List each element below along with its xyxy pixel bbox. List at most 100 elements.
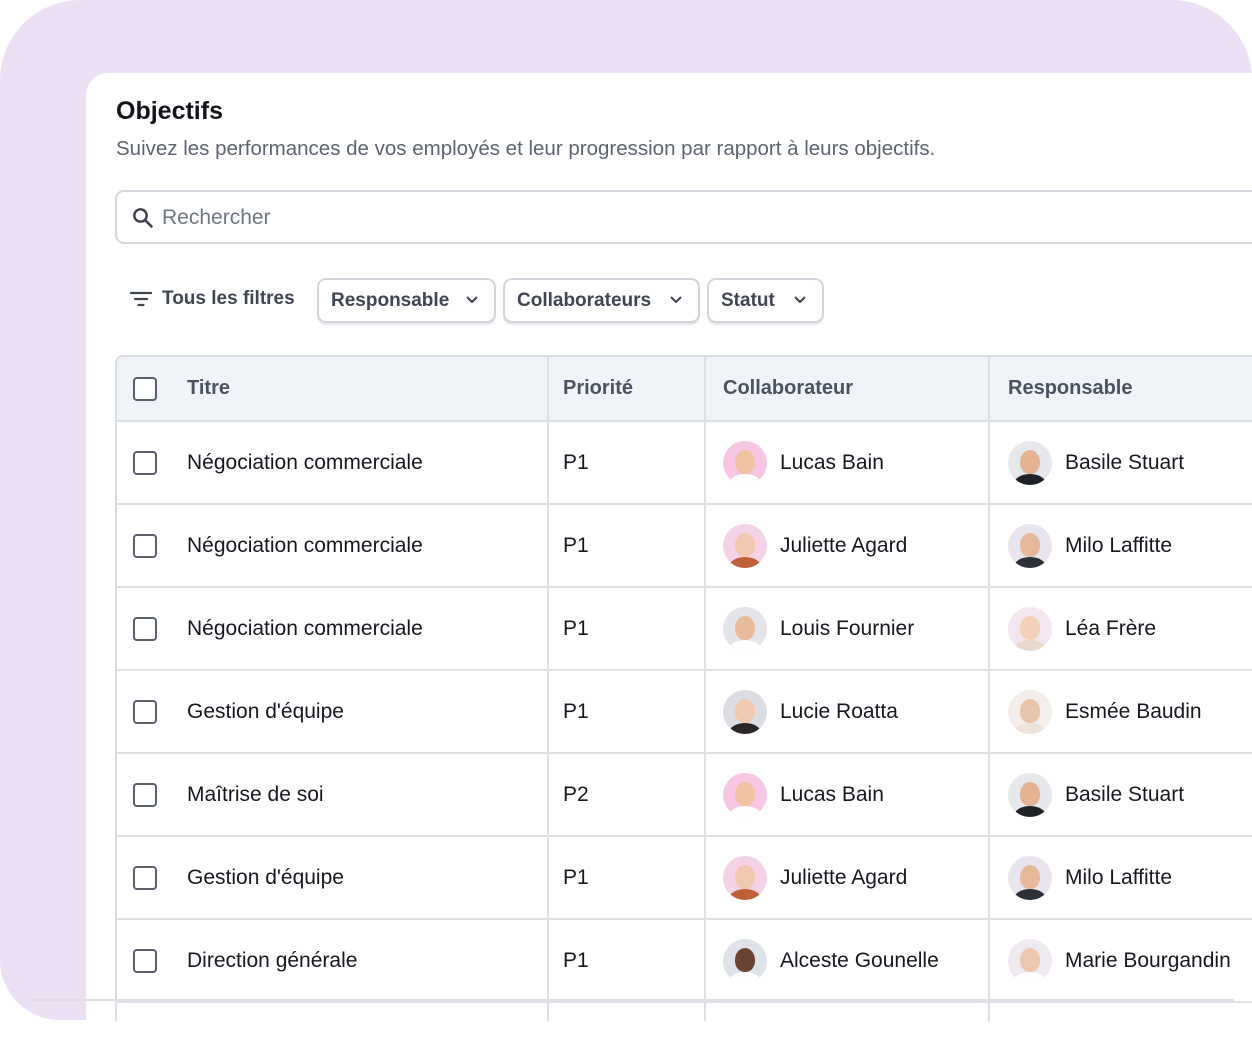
priority-value: P1: [563, 616, 589, 640]
collaborator-name: Lucas Bain: [780, 450, 884, 474]
table-row[interactable]: Direction générale P1 Alceste Gounelle Mari…: [117, 920, 1252, 1003]
chevron-down-icon: [670, 296, 682, 303]
objective-title: Négociation commerciale: [187, 450, 423, 474]
row-checkbox[interactable]: [133, 782, 157, 807]
collaborator-name: Lucas Bain: [780, 782, 884, 806]
avatar: [1008, 523, 1052, 568]
cell-collaborator: Juliette Agard: [704, 837, 988, 918]
cell-title: Gestion d'équipe: [117, 837, 547, 918]
page-title: Objectifs: [116, 97, 223, 125]
cell-collaborator: Lucas Bain: [704, 754, 988, 835]
filter-icon: [130, 291, 152, 307]
search-placeholder: Rechercher: [162, 206, 271, 229]
manager-name: Milo Laffitte: [1065, 533, 1172, 557]
column-divider: [988, 1001, 990, 1021]
collaborator-name: Louis Fournier: [780, 616, 915, 640]
cell-priority: P1: [547, 920, 704, 1001]
all-filters-button[interactable]: Tous les filtres: [130, 288, 295, 310]
chip-label: Responsable: [331, 289, 450, 311]
priority-value: P1: [563, 699, 589, 723]
collaborator-name: Juliette Agard: [780, 533, 908, 557]
column-divider: [115, 1001, 117, 1021]
cell-title: Direction générale: [117, 920, 547, 1001]
avatar: [723, 689, 767, 734]
table-row[interactable]: Négociation commerciale P1 Lucas Bain Basil…: [117, 422, 1252, 505]
manager-name: Basile Stuart: [1065, 450, 1185, 474]
chevron-down-icon: [466, 296, 478, 303]
table-row[interactable]: Négociation commerciale P1 Juliette Agard M…: [117, 505, 1252, 588]
column-header-label: Collaborateur: [723, 377, 854, 399]
search-icon: [133, 208, 153, 228]
manager-name: Marie Bourgandin: [1065, 948, 1231, 972]
cell-title: Maîtrise de soi: [117, 754, 547, 835]
objectives-table: Titre Priorité Collaborateur Responsable…: [115, 355, 1252, 1003]
cell-manager: Milo Laffitte: [988, 837, 1252, 918]
chip-label: Statut: [721, 289, 775, 311]
row-checkbox[interactable]: [133, 450, 157, 475]
priority-value: P2: [563, 782, 589, 806]
avatar: [1008, 606, 1052, 651]
avatar: [723, 523, 767, 568]
row-checkbox[interactable]: [133, 948, 157, 973]
header-cell-priority[interactable]: Priorité: [547, 357, 704, 420]
cell-collaborator: Lucas Bain: [704, 422, 988, 503]
avatar: [1008, 938, 1052, 983]
cell-title: Négociation commerciale: [117, 422, 547, 503]
cell-manager: Marie Bourgandin: [988, 920, 1252, 1001]
cell-collaborator: Juliette Agard: [704, 505, 988, 586]
chevron-down-icon: [794, 296, 806, 303]
cell-manager: Basile Stuart: [988, 422, 1252, 503]
priority-value: P1: [563, 948, 589, 972]
table-body: Négociation commerciale P1 Lucas Bain Basil…: [117, 422, 1252, 1003]
table-row[interactable]: Maîtrise de soi P2 Lucas Bain Basile Stuart: [117, 754, 1252, 837]
header-cell-title: Titre: [117, 357, 547, 420]
cell-manager: Milo Laffitte: [988, 505, 1252, 586]
chip-label: Collaborateurs: [517, 289, 652, 311]
collaborator-name: Juliette Agard: [780, 865, 908, 889]
select-all-checkbox[interactable]: [133, 376, 157, 401]
row-checkbox[interactable]: [133, 865, 157, 890]
manager-name: Esmée Baudin: [1065, 699, 1202, 723]
avatar: [723, 938, 767, 983]
filter-chip-collaborateurs[interactable]: Collaborateurs: [503, 278, 700, 323]
cell-title: Gestion d'équipe: [117, 671, 547, 752]
cell-priority: P1: [547, 837, 704, 918]
priority-value: P1: [563, 450, 589, 474]
page-subtitle: Suivez les performances de vos employés …: [116, 137, 936, 160]
all-filters-label: Tous les filtres: [162, 288, 295, 309]
table-row[interactable]: Gestion d'équipe P1 Juliette Agard Milo Laf…: [117, 837, 1252, 920]
cell-manager: Basile Stuart: [988, 754, 1252, 835]
cell-collaborator: Alceste Gounelle: [704, 920, 988, 1001]
cell-priority: P1: [547, 671, 704, 752]
avatar: [1008, 689, 1052, 734]
cell-collaborator: Lucie Roatta: [704, 671, 988, 752]
header-cell-manager[interactable]: Responsable: [988, 357, 1252, 420]
cell-priority: P2: [547, 754, 704, 835]
header-cell-collaborator[interactable]: Collaborateur: [704, 357, 988, 420]
search-input[interactable]: Rechercher: [115, 190, 1252, 244]
avatar: [1008, 772, 1052, 817]
cell-priority: P1: [547, 588, 704, 669]
collaborator-name: Lucie Roatta: [780, 699, 898, 723]
objective-title: Direction générale: [187, 948, 358, 972]
cell-title: Négociation commerciale: [117, 505, 547, 586]
row-checkbox[interactable]: [133, 616, 157, 641]
cell-priority: P1: [547, 505, 704, 586]
column-divider: [704, 1001, 706, 1021]
objective-title: Négociation commerciale: [187, 533, 423, 557]
column-header-label: Titre: [187, 377, 230, 399]
collaborator-name: Alceste Gounelle: [780, 948, 939, 972]
filter-chip-responsable[interactable]: Responsable: [317, 278, 496, 323]
manager-name: Léa Frère: [1065, 616, 1157, 640]
avatar: [723, 440, 767, 485]
manager-name: Milo Laffitte: [1065, 865, 1172, 889]
table-row[interactable]: Gestion d'équipe P1 Lucie Roatta Esmée Baud…: [117, 671, 1252, 754]
objective-title: Gestion d'équipe: [187, 865, 344, 889]
table-row[interactable]: Négociation commerciale P1 Louis Fournier L…: [117, 588, 1252, 671]
row-checkbox[interactable]: [133, 699, 157, 724]
row-checkbox[interactable]: [133, 533, 157, 558]
filter-chip-statut[interactable]: Statut: [707, 278, 824, 323]
manager-name: Basile Stuart: [1065, 782, 1185, 806]
cell-manager: Esmée Baudin: [988, 671, 1252, 752]
cell-manager: Léa Frère: [988, 588, 1252, 669]
